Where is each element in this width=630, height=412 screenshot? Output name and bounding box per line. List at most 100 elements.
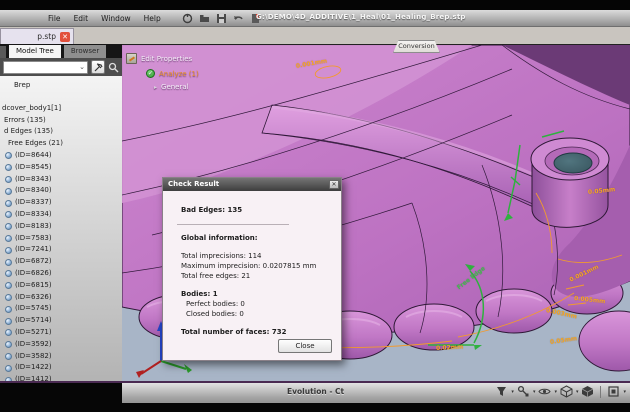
expander-icon[interactable]: ▸ [154, 84, 157, 91]
window-top-strip [0, 0, 630, 10]
edge-sphere-icon [5, 282, 12, 289]
tree-item-id[interactable]: (ID=7241) [0, 244, 122, 256]
edge-sphere-icon [5, 235, 12, 242]
caret-icon[interactable]: ▾ [554, 389, 557, 395]
total-imprecisions: Total imprecisions: 114 [181, 251, 331, 261]
tree-item-id[interactable]: (ID=8340) [0, 185, 122, 197]
edge-sphere-icon [5, 329, 12, 336]
tree-item-id[interactable]: (ID=8644) [0, 150, 122, 162]
dialog-close-icon[interactable]: ✕ [329, 180, 339, 189]
edge-sphere-icon [5, 365, 12, 372]
tree-item-id[interactable]: (ID=5271) [0, 327, 122, 339]
conversion-tab[interactable]: Conversion [393, 40, 440, 53]
total-faces: Total number of faces: 732 [181, 327, 331, 337]
wireframe-cube-icon[interactable] [560, 385, 573, 398]
tab-model-tree[interactable]: Model Tree [9, 45, 61, 58]
tree-item-label: (ID=5271) [15, 327, 52, 339]
hammer-icon [94, 63, 103, 72]
open-folder-icon[interactable] [199, 13, 210, 24]
bottom-area: Evolution - Ct ▾ ▾ ▾ ▾ ▾ [0, 381, 630, 412]
max-imprecision: Maximum imprecision: 0.0207815 mm [181, 261, 331, 271]
tree-item-id[interactable]: (ID=3582) [0, 351, 122, 363]
tree-item-id[interactable]: (ID=8334) [0, 209, 122, 221]
tree-item-id[interactable]: (ID=6826) [0, 268, 122, 280]
menu-help[interactable]: Help [144, 14, 161, 23]
close-button[interactable]: Close [278, 339, 332, 353]
document-tab-label: p.stp [37, 32, 56, 41]
shaded-cube-icon[interactable] [581, 385, 594, 398]
tool-icon[interactable] [126, 53, 137, 64]
search-icon[interactable] [108, 62, 119, 73]
edge-sphere-icon [5, 318, 12, 325]
global-info-header: Global information: [181, 233, 331, 243]
tree-filter-input[interactable] [4, 64, 79, 71]
tree-item-id[interactable]: (ID=5714) [0, 315, 122, 327]
menu-window[interactable]: Window [101, 14, 131, 23]
tree-item-id[interactable]: (ID=8337) [0, 197, 122, 209]
tree-item-label: (ID=8343) [15, 174, 52, 186]
tree-item-id[interactable]: (ID=6326) [0, 292, 122, 304]
model-tree-panel: Model Tree Browser ⌄ Brep dcover_body1[1]… [0, 44, 122, 383]
settings-icon[interactable] [182, 13, 193, 24]
tree-item-label: (ID=8545) [15, 162, 52, 174]
closed-bodies: Closed bodies: 0 [181, 309, 331, 319]
panel-tab-bar: Model Tree Browser [0, 44, 122, 58]
tree-item-label: (ID=1422) [15, 362, 52, 374]
menu-edit[interactable]: Edit [74, 14, 89, 23]
caret-icon[interactable]: ▾ [533, 389, 536, 395]
menu-file[interactable]: File [48, 14, 61, 23]
filter-icon[interactable] [495, 385, 508, 398]
selection-pin-icon[interactable] [517, 385, 530, 398]
caret-icon[interactable]: ▾ [511, 389, 514, 395]
tree-item-id[interactable]: (ID=6872) [0, 256, 122, 268]
dialog-titlebar[interactable]: Check Result ✕ [163, 178, 341, 191]
tree-item[interactable]: Errors (135) [0, 115, 122, 127]
tree-item-id[interactable]: (ID=8545) [0, 162, 122, 174]
caret-icon[interactable]: ▾ [576, 389, 579, 395]
save-icon[interactable] [216, 13, 227, 24]
visibility-eye-icon[interactable] [538, 385, 551, 398]
tree-item-id[interactable]: (ID=3592) [0, 339, 122, 351]
quick-toolbar [182, 13, 261, 24]
tree-item[interactable]: Brep [0, 80, 122, 92]
total-free-edges: Total free edges: 21 [181, 271, 331, 281]
tree-item-id[interactable]: (ID=8343) [0, 174, 122, 186]
status-bar: Evolution - Ct ▾ ▾ ▾ ▾ ▾ [122, 383, 630, 403]
filter-tool-button[interactable] [91, 60, 105, 74]
edge-sphere-icon [5, 223, 12, 230]
edge-sphere-icon [5, 152, 12, 159]
chevron-down-icon[interactable]: ⌄ [79, 64, 87, 71]
undo-icon[interactable] [233, 13, 244, 24]
clipping-box-icon[interactable] [607, 385, 620, 398]
document-tab[interactable]: p.stp ✕ [0, 28, 74, 44]
edge-sphere-icon [5, 211, 12, 218]
analyze-link[interactable]: Analyze (1) [159, 70, 199, 78]
tree-filter-row: ⌄ [0, 58, 122, 76]
tree-item[interactable]: Free Edges (21) [0, 138, 122, 150]
tree-item-id[interactable]: (ID=5745) [0, 303, 122, 315]
model-tree: Brep dcover_body1[1]Errors (135)d Edges (… [0, 76, 122, 383]
tree-item[interactable]: dcover_body1[1] [0, 103, 122, 115]
tree-item-label: (ID=5714) [15, 315, 52, 327]
status-text: Evolution - Ct [287, 387, 344, 396]
tree-item-id[interactable]: (ID=8183) [0, 221, 122, 233]
tree-item-id[interactable]: (ID=7583) [0, 233, 122, 245]
tree-item-label: (ID=3582) [15, 351, 52, 363]
general-link[interactable]: General [161, 83, 189, 91]
tab-close-icon[interactable]: ✕ [60, 32, 70, 42]
tree-item-label: (ID=8340) [15, 185, 52, 197]
hidden-tab-sliver[interactable] [0, 46, 6, 58]
tree-item-label: (ID=7583) [15, 233, 52, 245]
tree-item[interactable]: d Edges (135) [0, 126, 122, 138]
tree-filter-combobox[interactable]: ⌄ [3, 61, 88, 74]
edge-sphere-icon [5, 188, 12, 195]
perfect-bodies: Perfect bodies: 0 [181, 299, 331, 309]
tree-item-id[interactable]: (ID=6815) [0, 280, 122, 292]
tree-item-label: (ID=7241) [15, 244, 52, 256]
tree-item-id[interactable]: (ID=1422) [0, 362, 122, 374]
tab-browser[interactable]: Browser [64, 45, 106, 58]
caret-icon[interactable]: ▾ [623, 389, 626, 395]
edge-sphere-icon [5, 200, 12, 207]
edge-sphere-icon [5, 164, 12, 171]
tree-item-label: (ID=6815) [15, 280, 52, 292]
